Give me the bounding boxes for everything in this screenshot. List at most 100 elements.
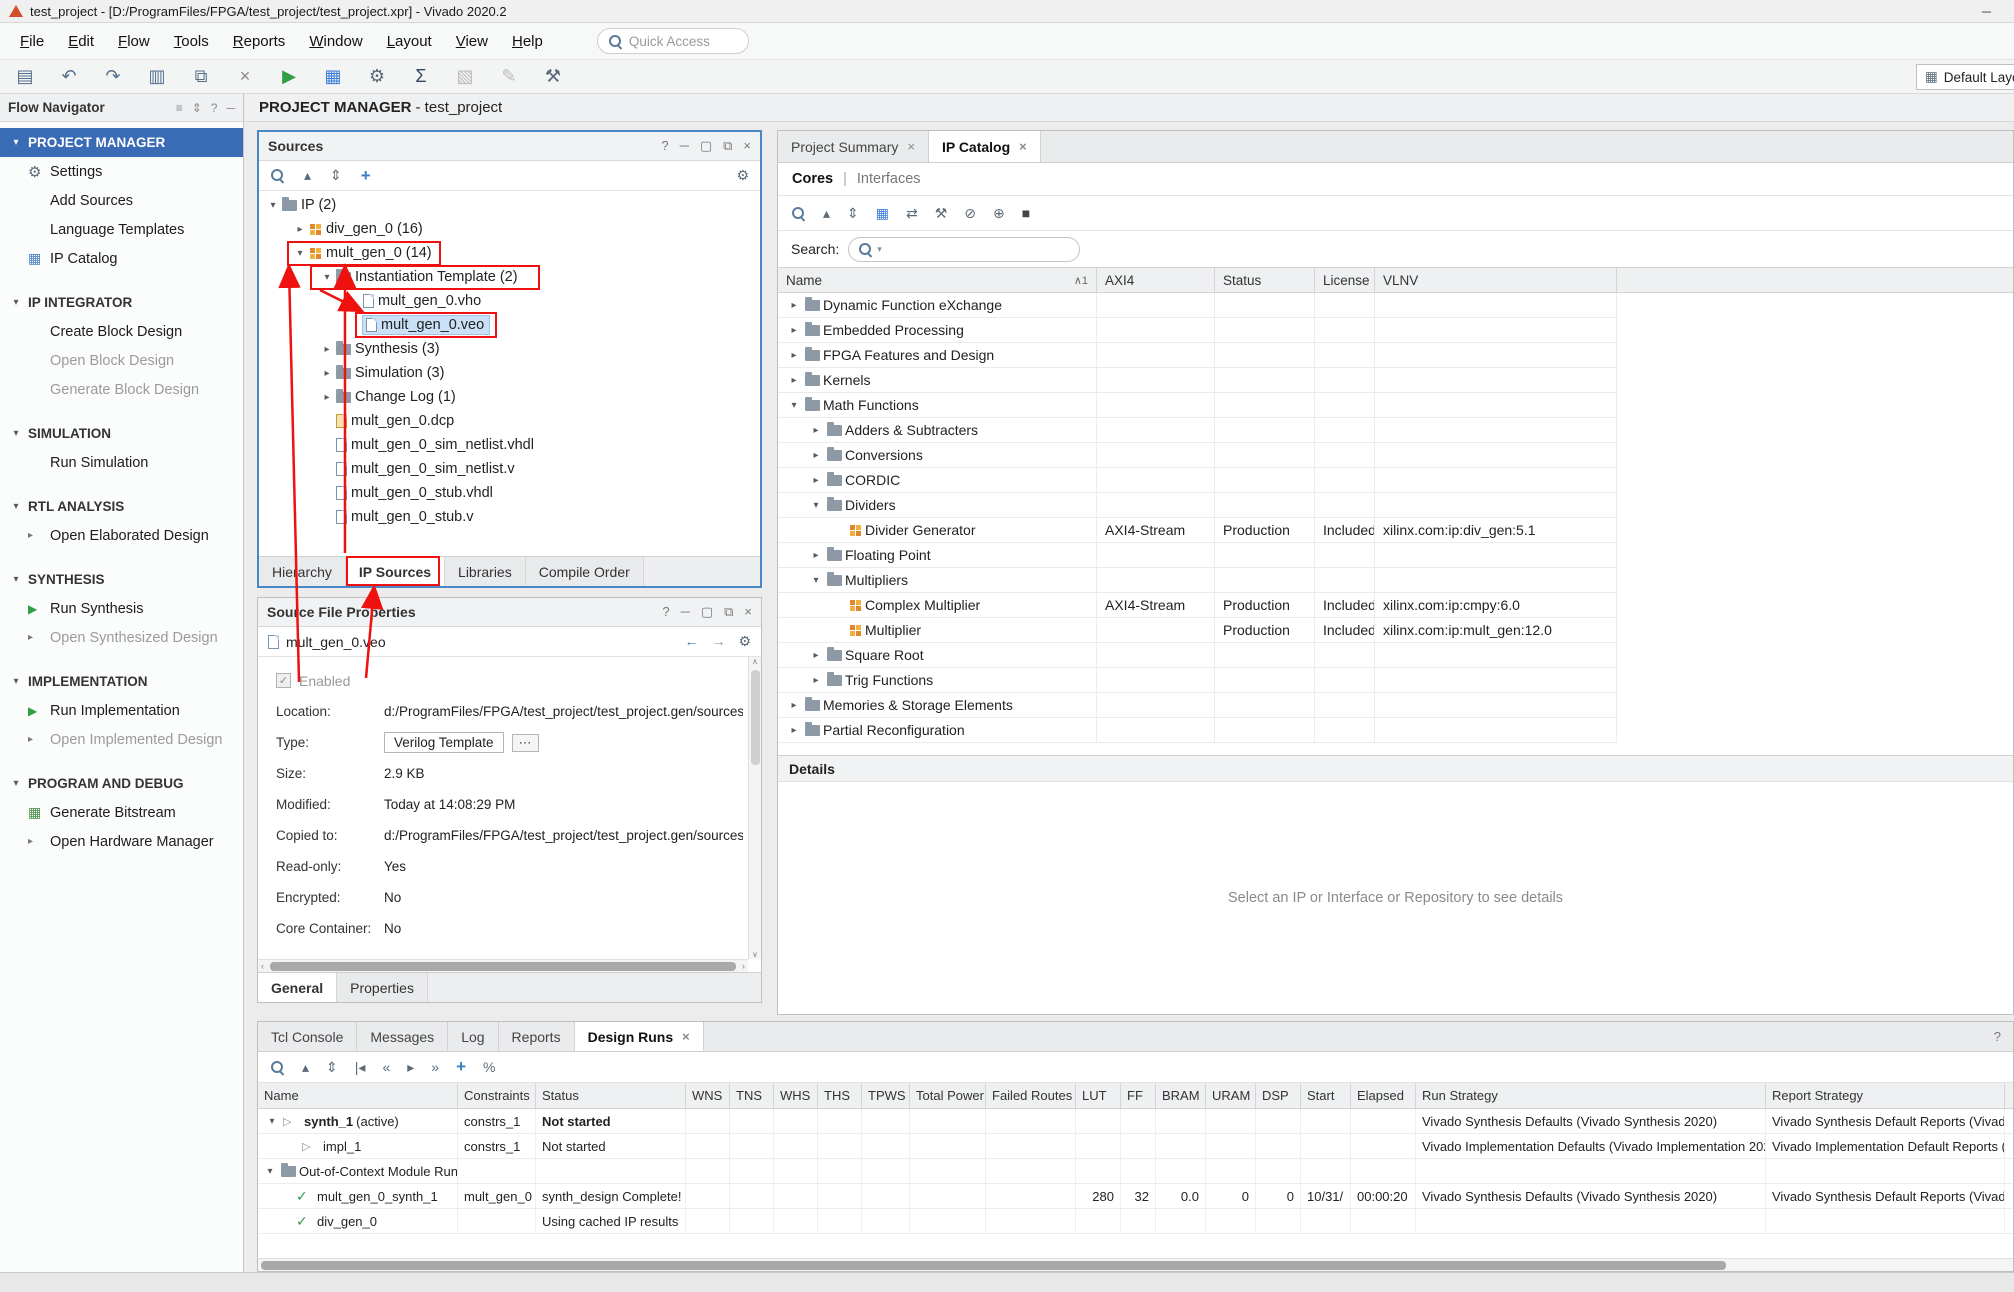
chevron-right-icon[interactable]: ▸ [808, 550, 824, 561]
chevron-right-icon[interactable]: ▸ [319, 344, 335, 355]
blocks-icon[interactable]: ▦ [322, 66, 344, 87]
chevron-right-icon[interactable]: ▸ [808, 425, 824, 436]
collapse-all-icon[interactable]: ▴ [304, 167, 311, 184]
ip-row-divider-generator[interactable]: Divider Generator AXI4-Stream Production… [778, 518, 1617, 543]
search-icon[interactable] [270, 168, 285, 183]
tree-item-ip[interactable]: ▾ IP (2) [259, 193, 760, 217]
undo-icon[interactable]: ↶ [58, 66, 80, 87]
subnav-interfaces[interactable]: Interfaces [857, 171, 921, 187]
tab-ip-sources[interactable]: IP Sources [346, 557, 445, 586]
minimize-icon[interactable]: ─ [226, 101, 235, 115]
chevron-right-icon[interactable]: ▸ [786, 325, 802, 336]
chevron-right-icon[interactable]: ▸ [808, 450, 824, 461]
column-name[interactable]: Name ∧1 [778, 268, 1097, 292]
horizontal-scrollbar[interactable] [258, 1258, 2013, 1271]
category-row-floating-point[interactable]: ▸Floating Point [778, 543, 1617, 568]
close-icon[interactable]: × [743, 138, 751, 154]
column-failed-routes[interactable]: Failed Routes [986, 1083, 1076, 1108]
chevron-down-icon[interactable]: ▾ [808, 500, 824, 511]
restore-layout-icon[interactable]: ⇄ [906, 205, 918, 222]
tree-item-sim-netlist-vhdl[interactable]: mult_gen_0_sim_netlist.vhdl [259, 433, 760, 457]
sum-icon[interactable]: Σ [410, 66, 432, 87]
back-icon[interactable]: ← [684, 633, 698, 650]
tools-icon[interactable]: ⚒ [542, 66, 564, 87]
column-whs[interactable]: WHS [774, 1083, 818, 1108]
tab-ip-catalog[interactable]: IP Catalog × [929, 131, 1041, 162]
maximize-icon[interactable]: ⧉ [723, 138, 732, 154]
column-constraints[interactable]: Constraints [458, 1083, 536, 1108]
tree-item-change-log[interactable]: ▸ Change Log (1) [259, 385, 760, 409]
tree-item-stub-v[interactable]: mult_gen_0_stub.v [259, 505, 760, 529]
tree-item-mult-gen-0-dcp[interactable]: mult_gen_0.dcp [259, 409, 760, 433]
column-lut[interactable]: LUT [1076, 1083, 1121, 1108]
chevron-right-icon[interactable]: ▸ [786, 725, 802, 736]
column-name[interactable]: Name [258, 1083, 458, 1108]
flownav-item-create-block-design[interactable]: Create Block Design [0, 317, 243, 346]
tab-properties[interactable]: Properties [337, 973, 428, 1002]
layout-selector-button[interactable]: ▦ Default Layout [1916, 64, 2014, 90]
stop-icon[interactable]: ■ [1022, 205, 1030, 221]
filter-icon[interactable]: ⊘ [964, 205, 976, 222]
tab-log[interactable]: Log [448, 1022, 498, 1051]
collapse-all-icon[interactable]: ▴ [823, 205, 830, 222]
flownav-item-run-implementation[interactable]: ▶ Run Implementation [0, 696, 243, 725]
category-row-partial-reconfiguration[interactable]: ▸Partial Reconfiguration [778, 718, 1617, 743]
collapse-all-icon[interactable]: ≡ [176, 101, 183, 115]
flownav-section-ip-integrator[interactable]: ▾ IP INTEGRATOR [0, 288, 243, 317]
category-row-square-root[interactable]: ▸Square Root [778, 643, 1617, 668]
tree-item-synthesis[interactable]: ▸ Synthesis (3) [259, 337, 760, 361]
settings-gear-icon[interactable]: ⚙ [736, 167, 749, 184]
forward-icon[interactable]: → [711, 633, 725, 650]
help-icon[interactable]: ? [211, 101, 218, 115]
redo-icon[interactable]: ↷ [102, 66, 124, 87]
scroll-up-icon[interactable]: ∧ [752, 657, 758, 666]
column-status[interactable]: Status [536, 1083, 686, 1108]
tree-item-mult-gen-0[interactable]: ▾ mult_gen_0 (14) [259, 241, 760, 265]
tree-item-div-gen-0[interactable]: ▸ div_gen_0 (16) [259, 217, 760, 241]
scroll-down-icon[interactable]: ∨ [752, 950, 758, 959]
category-row-memories-storage[interactable]: ▸Memories & Storage Elements [778, 693, 1617, 718]
tab-compile-order[interactable]: Compile Order [526, 557, 644, 586]
flownav-item-run-simulation[interactable]: Run Simulation [0, 448, 243, 477]
flownav-section-rtl-analysis[interactable]: ▾ RTL ANALYSIS [0, 492, 243, 521]
menu-tools[interactable]: Tools [162, 28, 221, 55]
vertical-scrollbar[interactable]: ∧ ∨ [748, 657, 761, 959]
run-icon[interactable]: ▸ [407, 1059, 414, 1076]
tree-item-mult-gen-0-veo[interactable]: mult_gen_0.veo [259, 313, 760, 337]
scroll-left-icon[interactable]: ‹ [258, 961, 267, 971]
flownav-section-simulation[interactable]: ▾ SIMULATION [0, 419, 243, 448]
menu-file[interactable]: File [8, 28, 56, 55]
scroll-right-icon[interactable]: › [739, 961, 748, 971]
chevron-right-icon[interactable]: ▸ [292, 224, 308, 235]
scrollbar-thumb[interactable] [261, 1261, 1726, 1270]
menu-flow[interactable]: Flow [106, 28, 162, 55]
first-icon[interactable]: |◂ [355, 1059, 366, 1076]
column-dsp[interactable]: DSP [1256, 1083, 1301, 1108]
chevron-down-icon[interactable]: ▾ [262, 1166, 278, 1177]
category-row-kernels[interactable]: ▸Kernels [778, 368, 1617, 393]
help-icon[interactable]: ? [661, 138, 668, 154]
flownav-item-add-sources[interactable]: Add Sources [0, 186, 243, 215]
expand-all-icon[interactable]: ⇕ [326, 1059, 338, 1076]
tree-item-stub-vhdl[interactable]: mult_gen_0_stub.vhdl [259, 481, 760, 505]
horizontal-scrollbar[interactable]: ‹ › [258, 959, 748, 972]
chevron-down-icon[interactable]: ▾ [319, 272, 335, 283]
type-select[interactable]: Verilog Template [384, 732, 504, 753]
column-vlnv[interactable]: VLNV [1375, 268, 1617, 292]
scrollbar-thumb[interactable] [751, 670, 760, 765]
help-icon[interactable]: ? [1982, 1022, 2013, 1051]
delete-icon[interactable]: × [234, 66, 256, 87]
category-row-dynamic-function-exchange[interactable]: ▸Dynamic Function eXchange [778, 293, 1617, 318]
menu-view[interactable]: View [444, 28, 500, 55]
run-icon[interactable]: ▶ [278, 66, 300, 87]
column-ths[interactable]: THS [818, 1083, 862, 1108]
tab-design-runs[interactable]: Design Runs × [575, 1022, 704, 1051]
quick-access-search[interactable]: Quick Access [597, 28, 749, 54]
type-browse-button[interactable]: ⋯ [512, 734, 539, 752]
tree-item-instantiation-template[interactable]: ▾ Instantiation Template (2) [259, 265, 760, 289]
minimize-icon[interactable]: ─ [680, 138, 689, 154]
run-row-synth-1[interactable]: ▾▷synth_1 (active) constrs_1 Not started… [258, 1109, 2013, 1134]
forward-icon[interactable]: » [431, 1059, 439, 1075]
run-row-ooc-module-runs[interactable]: ▾Out-of-Context Module Runs [258, 1159, 2013, 1184]
column-axi4[interactable]: AXI4 [1097, 268, 1215, 292]
